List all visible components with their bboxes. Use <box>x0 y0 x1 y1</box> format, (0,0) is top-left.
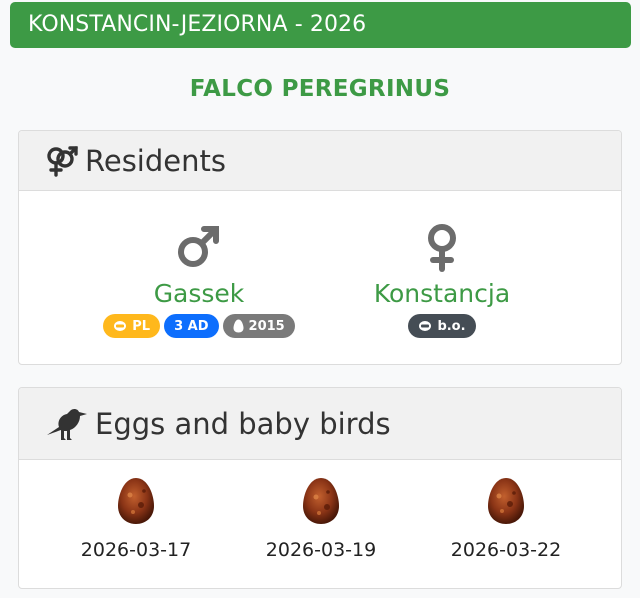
egg-item[interactable]: 2026-03-19 <box>241 477 401 561</box>
resident-female: Konstancja b.o. <box>332 223 552 338</box>
age-badge: 3 AD <box>164 314 219 338</box>
resident-female-badges: b.o. <box>332 314 552 338</box>
age-text: 3 AD <box>174 318 209 334</box>
resident-male-badges: PL 3 AD 2015 <box>89 314 309 338</box>
egg-icon <box>233 319 244 333</box>
species-name: FALCO PEREGRINUS <box>189 76 451 102</box>
page: KONSTANCIN-JEZIORNA - 2026 FALCO PEREGRI… <box>0 0 640 598</box>
page-header: KONSTANCIN-JEZIORNA - 2026 <box>10 2 631 48</box>
egg-item[interactable]: 2026-03-17 <box>56 477 216 561</box>
ring-badge: b.o. <box>408 314 476 338</box>
egg-icon <box>56 477 216 527</box>
resident-male: Gassek PL 3 AD 2015 <box>89 223 309 338</box>
crow-icon <box>45 407 89 441</box>
ring-country-text: PL <box>132 318 151 334</box>
ring-icon <box>418 320 432 332</box>
male-icon <box>89 223 309 273</box>
female-icon <box>332 223 552 273</box>
eggs-title: Eggs and baby birds <box>95 406 391 441</box>
resident-female-name[interactable]: Konstancja <box>332 278 552 310</box>
egg-icon <box>241 477 401 527</box>
residents-title: Residents <box>85 143 226 178</box>
egg-date: 2026-03-17 <box>80 539 192 561</box>
male-female-icon <box>45 145 79 177</box>
ring-icon <box>113 320 127 332</box>
resident-male-name[interactable]: Gassek <box>89 278 309 310</box>
hatch-year-text: 2015 <box>248 318 285 334</box>
hatch-year-badge: 2015 <box>222 314 295 338</box>
page-title: KONSTANCIN-JEZIORNA - 2026 <box>28 12 367 37</box>
eggs-card-header: Eggs and baby birds <box>19 388 621 460</box>
ring-text: b.o. <box>437 318 466 334</box>
egg-icon <box>426 477 586 527</box>
residents-card: Residents Gassek PL 3 AD 2015 Konstancja… <box>18 130 622 365</box>
egg-item[interactable]: 2026-03-22 <box>426 477 586 561</box>
residents-card-header: Residents <box>19 131 621 191</box>
ring-country-badge: PL <box>103 314 161 338</box>
egg-date: 2026-03-22 <box>450 539 562 561</box>
egg-date: 2026-03-19 <box>265 539 377 561</box>
eggs-card: Eggs and baby birds 2026-03-17 2026-03-1… <box>18 387 622 589</box>
